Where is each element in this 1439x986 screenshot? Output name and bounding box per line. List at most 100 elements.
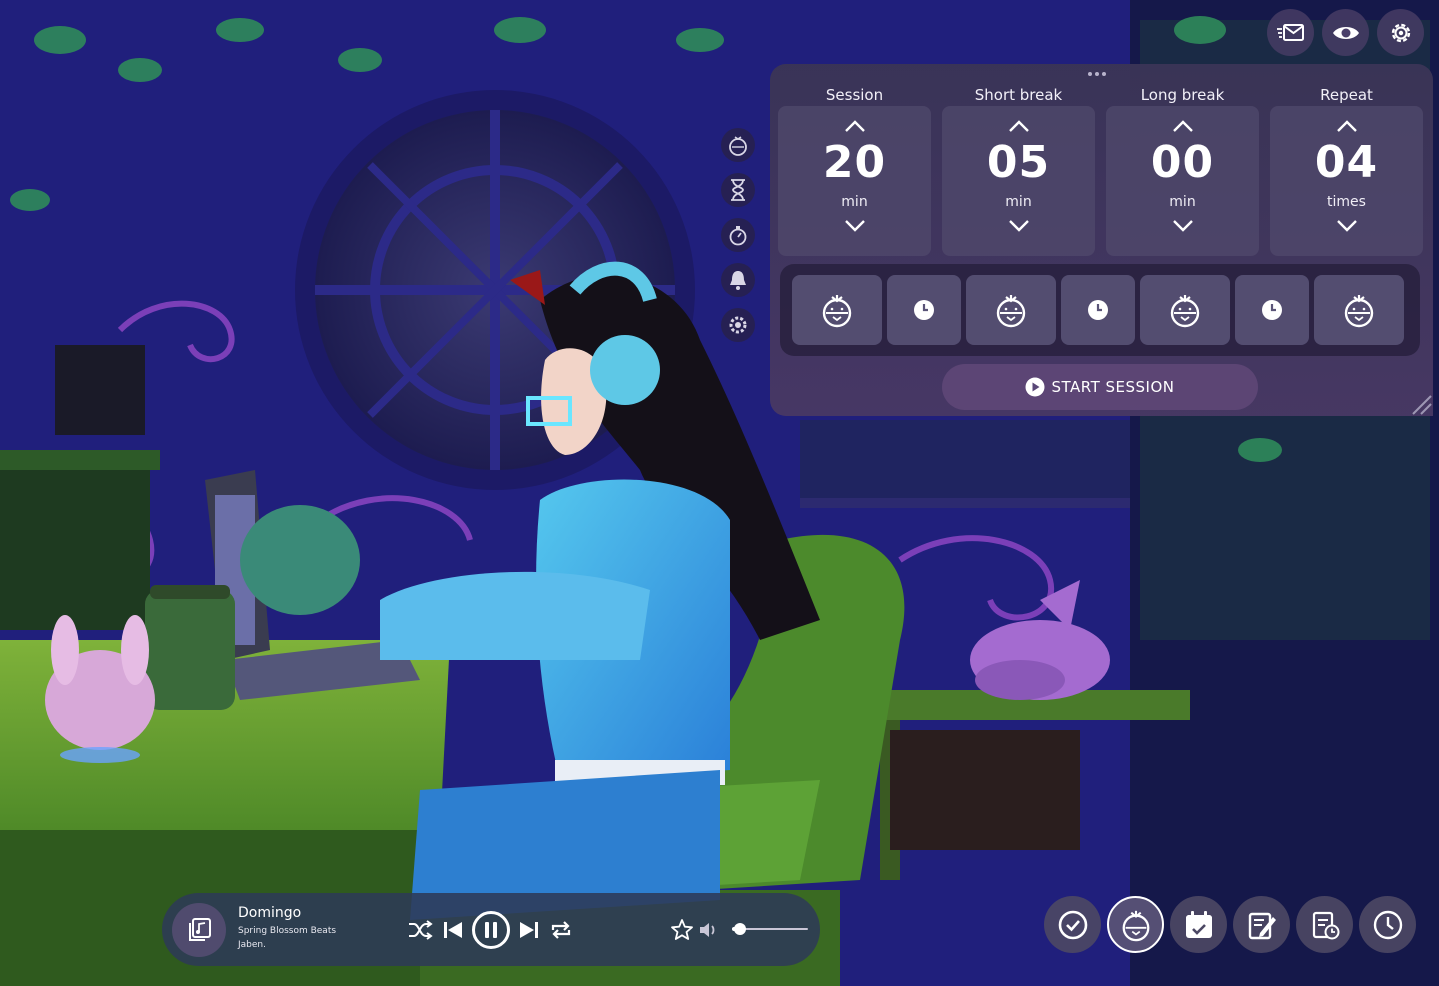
repeat-icon: [551, 921, 571, 939]
bottom-dock: [1044, 896, 1416, 953]
session-decrease-button[interactable]: [840, 214, 870, 238]
short-break-card: 05 min: [942, 106, 1095, 256]
timer-panel: Session 20 min Short break 05 min Long b…: [770, 64, 1433, 416]
long-break-increase-button[interactable]: [1168, 114, 1198, 138]
repeat-value: 04: [1314, 137, 1379, 188]
repeat-increase-button[interactable]: [1332, 114, 1362, 138]
tomato-icon: [1170, 295, 1200, 328]
sequence-break[interactable]: [1061, 275, 1135, 345]
tomato-icon: [996, 295, 1026, 328]
star-icon: [671, 919, 693, 940]
repeat-column: Repeat 04 times: [1270, 84, 1423, 256]
play-icon: [1025, 377, 1045, 397]
chevron-up-icon: [1172, 120, 1193, 132]
pause-icon: [472, 911, 510, 949]
tomato-icon: [1344, 295, 1374, 328]
repeat-button[interactable]: [548, 917, 574, 943]
long-break-decrease-button[interactable]: [1168, 214, 1198, 238]
favorite-button[interactable]: [669, 917, 695, 943]
tasks-history-button[interactable]: [1296, 896, 1353, 953]
volume-slider[interactable]: [732, 923, 808, 935]
repeat-card: 04 times: [1270, 106, 1423, 256]
chevron-up-icon: [844, 120, 865, 132]
gear-icon: [1391, 23, 1410, 42]
calendar-icon: [1185, 910, 1212, 938]
session-unit: min: [841, 194, 868, 210]
mail-button[interactable]: [1267, 9, 1314, 56]
long-break-label: Long break: [1140, 86, 1225, 104]
track-title: Domingo: [238, 905, 302, 921]
short-break-column: Short break 05 min: [942, 84, 1095, 256]
chevron-down-icon: [844, 220, 865, 232]
sequence-session[interactable]: [1314, 275, 1404, 345]
clipboard-icon: [1312, 911, 1339, 939]
clock-icon: [914, 300, 934, 320]
tomato-icon: [1122, 910, 1149, 941]
clock-icon: [1373, 910, 1402, 939]
repeat-unit: times: [1327, 194, 1366, 210]
short-break-increase-button[interactable]: [1004, 114, 1034, 138]
shuffle-icon: [409, 920, 433, 940]
track-album: Spring Blossom Beats: [238, 926, 337, 936]
shuffle-button[interactable]: [406, 917, 434, 943]
resize-icon: [1412, 395, 1432, 415]
playlist-button[interactable]: [172, 903, 226, 957]
session-label: Session: [825, 86, 884, 104]
sequence-session[interactable]: [1140, 275, 1230, 345]
stopwatch-icon: [729, 226, 747, 246]
long-break-column: Long break 00 min: [1106, 84, 1259, 256]
pause-button[interactable]: [471, 910, 511, 950]
start-session-button[interactable]: START SESSION: [942, 364, 1258, 410]
sequence-break[interactable]: [887, 275, 961, 345]
clock-icon: [1262, 300, 1282, 320]
top-toolbar: [1267, 9, 1424, 56]
notes-button[interactable]: [1233, 896, 1290, 953]
side-rail: [718, 128, 758, 342]
chevron-down-icon: [1172, 220, 1193, 232]
sequence-break[interactable]: [1235, 275, 1309, 345]
resize-handle[interactable]: [1407, 390, 1433, 416]
pomodoro-button[interactable]: [1107, 896, 1164, 953]
mail-icon: [1276, 23, 1304, 41]
tomato-icon: [822, 295, 852, 328]
timer-settings: Session 20 min Short break 05 min Long b…: [778, 84, 1423, 256]
sequence-session[interactable]: [792, 275, 882, 345]
mute-button[interactable]: [696, 917, 720, 943]
calendar-button[interactable]: [1170, 896, 1227, 953]
settings-button[interactable]: [1377, 9, 1424, 56]
short-break-unit: min: [1005, 194, 1032, 210]
chevron-up-icon: [1008, 120, 1029, 132]
check-icon: [1058, 910, 1087, 939]
long-break-value: 00: [1150, 137, 1215, 188]
todo-button[interactable]: [1044, 896, 1101, 953]
eye-icon: [1332, 26, 1359, 39]
clock-button[interactable]: [1359, 896, 1416, 953]
long-break-card: 00 min: [1106, 106, 1259, 256]
next-track-button[interactable]: [516, 917, 542, 943]
visibility-button[interactable]: [1322, 9, 1369, 56]
music-library-icon: [189, 918, 211, 941]
start-session-label: START SESSION: [1051, 378, 1175, 396]
hourglass-icon: [731, 179, 745, 201]
clock-icon: [1088, 300, 1108, 320]
previous-track-button[interactable]: [440, 917, 466, 943]
session-card: 20 min: [778, 106, 931, 256]
sequence-session[interactable]: [966, 275, 1056, 345]
rail-settings-button[interactable]: [721, 308, 755, 342]
chevron-up-icon: [1336, 120, 1357, 132]
rail-stopwatch-button[interactable]: [721, 218, 755, 252]
repeat-label: Repeat: [1320, 86, 1373, 104]
music-player: Domingo Spring Blossom Beats Jaben.: [162, 893, 820, 966]
short-break-decrease-button[interactable]: [1004, 214, 1034, 238]
next-icon: [520, 922, 538, 938]
drag-handle[interactable]: [1088, 72, 1106, 76]
rail-timer-button[interactable]: [721, 173, 755, 207]
rail-pomodoro-button[interactable]: [721, 128, 755, 162]
repeat-decrease-button[interactable]: [1332, 214, 1362, 238]
rail-alarm-button[interactable]: [721, 263, 755, 297]
track-artist: Jaben.: [238, 940, 266, 950]
long-break-unit: min: [1169, 194, 1196, 210]
notes-icon: [1248, 912, 1276, 939]
session-increase-button[interactable]: [840, 114, 870, 138]
volume-knob[interactable]: [733, 923, 746, 935]
